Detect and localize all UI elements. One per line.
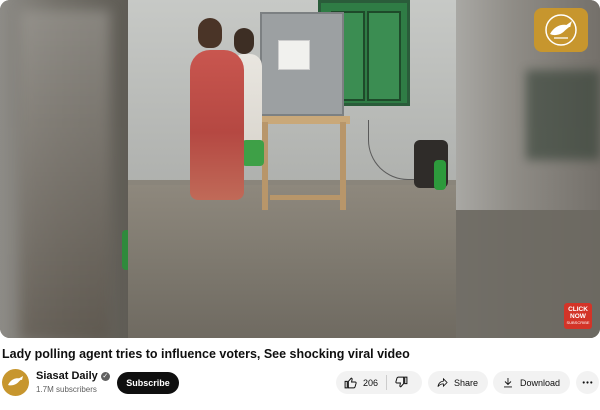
like-dislike-group: 206	[336, 371, 422, 394]
subscriber-count: 1.7M subscribers	[36, 384, 97, 394]
download-button[interactable]: Download	[493, 371, 570, 394]
video-player[interactable]: CLICK NOW SUBSCRIBE	[0, 0, 600, 338]
person-polling-agent	[190, 50, 244, 200]
download-label: Download	[519, 377, 560, 388]
dislike-button[interactable]	[387, 371, 416, 394]
click-now-subscribe-badge[interactable]: CLICK NOW SUBSCRIBE	[564, 303, 592, 329]
download-icon	[503, 378, 512, 388]
thumbs-up-icon	[344, 377, 357, 389]
avatar[interactable]	[2, 368, 29, 396]
share-icon	[437, 377, 448, 388]
subscribe-button[interactable]: Subscribe	[117, 372, 179, 394]
more-actions-button[interactable]	[576, 371, 599, 394]
share-button[interactable]: Share	[428, 371, 488, 394]
dove-icon[interactable]	[534, 8, 588, 52]
video-frame	[128, 0, 456, 338]
blurred-background-left	[0, 0, 134, 338]
channel-owner: Siasat Daily ✓ 1.7M subscribers	[2, 367, 110, 397]
thumbs-down-icon	[395, 376, 408, 388]
like-count: 206	[363, 377, 379, 388]
video-title: Lady polling agent tries to influence vo…	[2, 347, 410, 361]
share-label: Share	[453, 377, 478, 388]
channel-name[interactable]: Siasat Daily	[36, 370, 98, 383]
like-button[interactable]: 206	[336, 371, 386, 394]
more-horizontal-icon	[582, 381, 593, 384]
verified-icon: ✓	[100, 371, 110, 381]
